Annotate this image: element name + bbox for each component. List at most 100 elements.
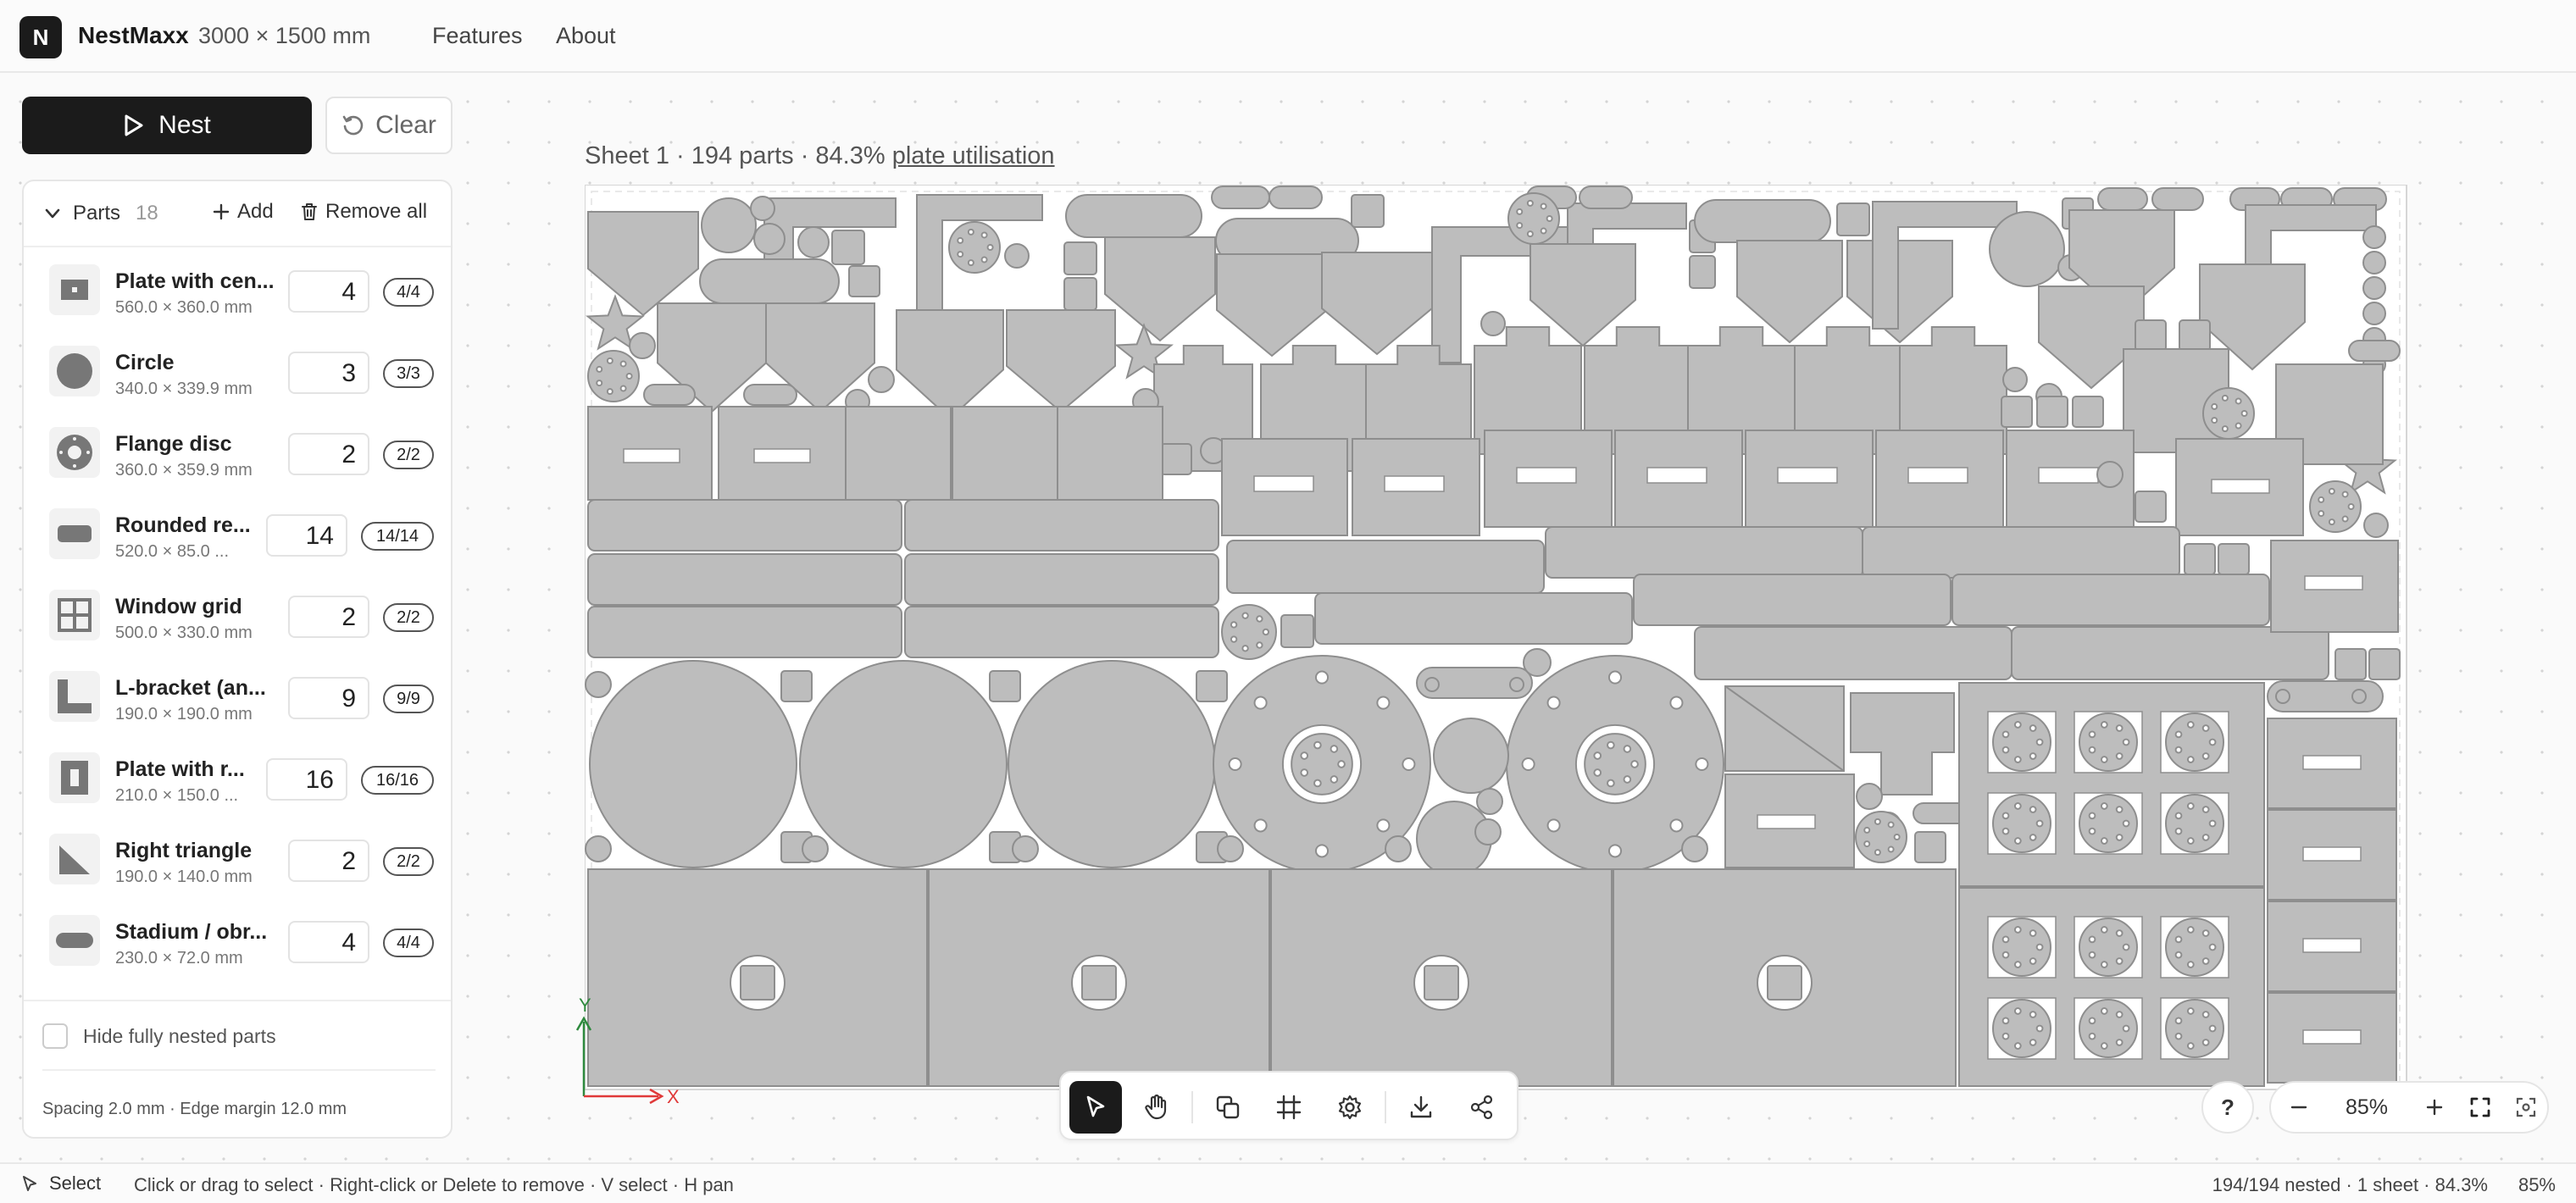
quantity-input[interactable]: 4: [288, 270, 369, 313]
nested-part[interactable]: [1509, 677, 1524, 692]
nested-part[interactable]: [2072, 396, 2104, 428]
nested-part[interactable]: [1424, 677, 1440, 692]
nested-part[interactable]: [2362, 302, 2386, 325]
clear-button[interactable]: Clear: [325, 97, 452, 154]
part-row[interactable]: Plate with r... 210.0 × 150.0 ... 16 16/…: [24, 737, 451, 818]
nested-part[interactable]: [585, 835, 612, 862]
quantity-input[interactable]: 4: [288, 921, 369, 963]
nested-part[interactable]: [989, 670, 1021, 702]
part-row[interactable]: Plate with cen... 560.0 × 360.0 mm 4 4/4: [24, 249, 451, 330]
nested-part[interactable]: [1474, 818, 1502, 845]
nest-button[interactable]: Nest: [22, 97, 312, 154]
remove-all-button[interactable]: Remove all: [300, 200, 427, 224]
nested-part[interactable]: [904, 499, 1219, 552]
nested-part[interactable]: [2348, 340, 2401, 362]
grid-button[interactable]: [1263, 1081, 1315, 1134]
download-button[interactable]: [1395, 1081, 1447, 1134]
nested-part[interactable]: [753, 223, 786, 255]
nested-part[interactable]: [1989, 211, 2065, 287]
nested-parts[interactable]: [585, 186, 2401, 1087]
fit-view-button[interactable]: [2457, 1083, 2503, 1132]
nested-part[interactable]: [643, 384, 696, 406]
nested-part[interactable]: [1196, 670, 1228, 702]
nested-part[interactable]: [1280, 614, 1314, 648]
nested-part[interactable]: [1433, 718, 1509, 794]
nested-part[interactable]: [1767, 965, 1802, 1001]
quantity-input[interactable]: 3: [288, 352, 369, 394]
nested-part[interactable]: [1476, 788, 1503, 815]
help-button[interactable]: ?: [2201, 1081, 2254, 1134]
share-button[interactable]: [1456, 1081, 1508, 1134]
nested-part[interactable]: [1211, 186, 1270, 209]
nested-part[interactable]: [780, 670, 813, 702]
quantity-input[interactable]: 9: [288, 677, 369, 719]
nested-part[interactable]: [1914, 831, 1946, 863]
nested-part[interactable]: [2002, 367, 2028, 392]
screenshot-button[interactable]: [2503, 1083, 2549, 1132]
nested-part[interactable]: [1951, 574, 2270, 626]
add-part-button[interactable]: Add: [212, 200, 274, 224]
nested-part[interactable]: [2011, 626, 2329, 680]
nested-part[interactable]: [585, 671, 612, 698]
settings-button[interactable]: [1324, 1081, 1376, 1134]
nested-part[interactable]: [1856, 783, 1883, 810]
nested-part[interactable]: [868, 366, 895, 393]
nested-part[interactable]: [2036, 396, 2068, 428]
nested-part[interactable]: [799, 660, 1008, 868]
nested-part[interactable]: [1545, 526, 1863, 579]
nested-part[interactable]: [1424, 965, 1459, 1001]
nested-part[interactable]: [802, 835, 829, 862]
nested-part[interactable]: [831, 230, 865, 265]
nested-part[interactable]: [740, 965, 775, 1001]
part-row[interactable]: L-bracket (an... 190.0 × 190.0 mm 9 9/9: [24, 656, 451, 737]
nested-part[interactable]: [2362, 225, 2386, 249]
nested-part[interactable]: [1579, 186, 1633, 209]
nested-part[interactable]: [1351, 194, 1385, 228]
part-row[interactable]: Window grid 500.0 × 330.0 mm 2 2/2: [24, 574, 451, 656]
nested-part[interactable]: [1836, 202, 1870, 236]
nested-part[interactable]: [1217, 835, 1244, 862]
nested-part[interactable]: [952, 406, 1058, 501]
part-row[interactable]: Flange disc 360.0 × 359.9 mm 2 2/2: [24, 412, 451, 493]
nested-part[interactable]: [629, 332, 656, 359]
quantity-input[interactable]: 14: [266, 514, 347, 557]
nested-part[interactable]: [699, 258, 840, 304]
nested-part[interactable]: [1694, 626, 2012, 680]
nested-part[interactable]: [587, 553, 902, 606]
nested-part[interactable]: [1008, 660, 1216, 868]
nested-part[interactable]: [1385, 835, 1412, 862]
nested-part[interactable]: [1065, 194, 1202, 238]
nested-part[interactable]: [701, 197, 757, 253]
nested-part[interactable]: [1694, 199, 1831, 243]
nested-part[interactable]: [1269, 186, 1323, 209]
quantity-input[interactable]: 2: [288, 840, 369, 882]
pan-tool-button[interactable]: [1130, 1081, 1183, 1134]
nested-part[interactable]: [1226, 540, 1545, 594]
nested-part[interactable]: [2275, 689, 2290, 704]
part-row[interactable]: Rounded re... 520.0 × 85.0 ... 14 14/14: [24, 493, 451, 574]
plate-utilisation-link[interactable]: plate utilisation: [892, 142, 1055, 169]
nested-part[interactable]: [2363, 513, 2389, 538]
nested-part[interactable]: [2179, 319, 2211, 352]
nested-part[interactable]: [797, 226, 830, 258]
nested-part[interactable]: [904, 606, 1219, 658]
quantity-input[interactable]: 2: [288, 596, 369, 638]
nested-part[interactable]: [587, 606, 902, 658]
zoom-in-button[interactable]: [2412, 1083, 2457, 1132]
nav-features-link[interactable]: Features: [432, 23, 523, 49]
nested-part[interactable]: [2334, 648, 2367, 680]
app-logo[interactable]: N: [19, 16, 62, 58]
nested-part[interactable]: [1160, 443, 1192, 475]
part-row[interactable]: Stadium / obr... 230.0 × 72.0 mm 4 4/4: [24, 900, 451, 981]
nested-part[interactable]: [1004, 243, 1030, 269]
nav-about-link[interactable]: About: [556, 23, 616, 49]
nested-part[interactable]: [845, 406, 952, 501]
nested-part[interactable]: [587, 499, 902, 552]
nested-part[interactable]: [2096, 461, 2124, 488]
nested-part[interactable]: [1012, 835, 1039, 862]
nested-part[interactable]: [2184, 543, 2216, 575]
nested-part[interactable]: [750, 196, 775, 221]
quantity-input[interactable]: 2: [288, 433, 369, 475]
clone-button[interactable]: [1202, 1081, 1254, 1134]
nested-part[interactable]: [904, 553, 1219, 606]
